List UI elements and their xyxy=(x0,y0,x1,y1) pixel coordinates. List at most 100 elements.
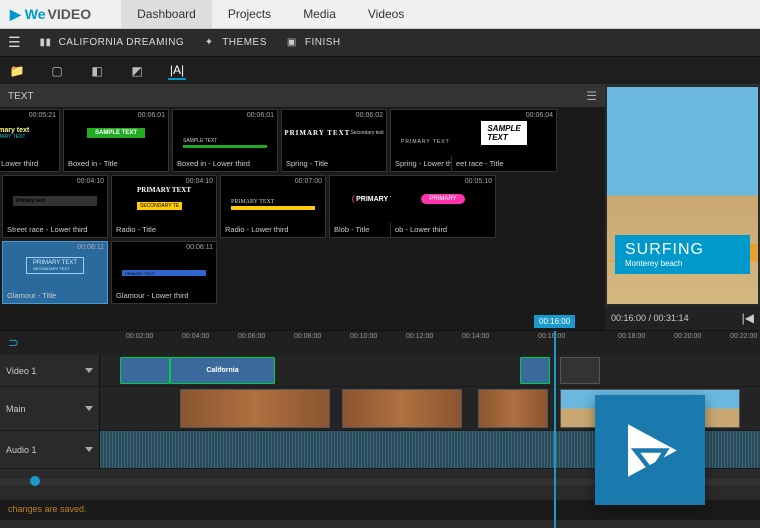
template-name: Glamour - Title xyxy=(3,288,107,303)
duration: 00:07:00 xyxy=(295,178,322,185)
timeline-tools: ⊃ xyxy=(0,335,100,351)
template-name: Radio - Title xyxy=(112,222,216,237)
folder-icon[interactable]: 📁 xyxy=(8,62,26,80)
chevron-down-icon[interactable] xyxy=(85,368,93,373)
duration: 00:06:11 xyxy=(77,244,104,251)
ruler-tick: 00:14:00 xyxy=(462,333,489,340)
text-template[interactable]: 00:06:02PRIMARY TEXTSecondary text Sprin… xyxy=(281,109,387,172)
text-template[interactable]: 00:06:01SAMPLE TEXT Boxed in - Lower thi… xyxy=(172,109,278,172)
status-text: changes are saved. xyxy=(8,504,87,514)
nav-tab-media[interactable]: Media xyxy=(287,0,352,28)
thumbnail-grid: 00:05:21Primary textPRIMARY TEXT uncy st… xyxy=(0,107,605,306)
shapes-icon[interactable]: ◧ xyxy=(88,62,106,80)
duration: 00:06:01 xyxy=(138,112,165,119)
clip-video[interactable] xyxy=(342,389,462,428)
duration: 00:06:02 xyxy=(356,112,383,119)
image-icon[interactable]: ▢ xyxy=(48,62,66,80)
track-video1: Video 1 California xyxy=(0,355,760,387)
prev-frame-icon[interactable]: |◀ xyxy=(742,311,754,325)
ruler-tick: 00:08:00 xyxy=(294,333,321,340)
preview-canvas[interactable]: SURFING Monterey beach xyxy=(607,87,758,304)
project-name[interactable]: ▮▮ CALIFORNIA DREAMING xyxy=(39,36,185,50)
timeline-ruler[interactable]: 00:02:00 00:04:00 00:06:00 00:08:00 00:1… xyxy=(100,331,760,355)
logo-video: VIDEO xyxy=(48,6,92,22)
nav-tab-videos[interactable]: Videos xyxy=(352,0,420,28)
preview-title: SURFING xyxy=(625,241,740,259)
text-template[interactable]: 00:04:10PRIMARY TEXTSECONDARY TE Radio -… xyxy=(111,175,217,238)
clip-video[interactable] xyxy=(180,389,330,428)
preview-time: 00:16:00 / 00:31:14 xyxy=(611,313,689,323)
themes-label: THEMES xyxy=(222,37,267,48)
logo-we: We xyxy=(25,6,46,22)
main-row: TEXT ☰ 00:05:21Primary textPRIMARY TEXT … xyxy=(0,85,760,330)
text-template[interactable]: 00:05:21Primary textPRIMARY TEXT uncy st… xyxy=(0,109,60,172)
text-template-selected[interactable]: 00:06:11PRIMARY TEXTSECONDARY TEXT Glamo… xyxy=(2,241,108,304)
template-name: uncy stack - Lower third xyxy=(0,156,59,171)
logo-icon: ▶ xyxy=(10,6,21,23)
template-name: eet race - Title xyxy=(452,156,556,171)
ruler-tick: 00:04:00 xyxy=(182,333,209,340)
text-icon[interactable]: |A| xyxy=(168,62,186,80)
chevron-down-icon[interactable] xyxy=(85,447,93,452)
duration: 00:04:10 xyxy=(77,178,104,185)
ruler-tick: 00:02:00 xyxy=(126,333,153,340)
project-name-label: CALIFORNIA DREAMING xyxy=(59,37,185,48)
clip-video[interactable] xyxy=(478,389,548,428)
finish-tab[interactable]: ▣ FINISH xyxy=(285,36,341,50)
timeline-header: ⊃ 00:02:00 00:04:00 00:06:00 00:08:00 00… xyxy=(0,331,760,355)
template-name: Glamour - Lower third xyxy=(112,288,216,303)
track-label[interactable]: Main xyxy=(0,387,100,430)
finish-label: FINISH xyxy=(305,37,341,48)
clip-text[interactable] xyxy=(120,357,170,384)
text-template[interactable]: 00:06:11PRIMARY TEXT Glamour - Lower thi… xyxy=(111,241,217,304)
clip-text[interactable] xyxy=(520,357,550,384)
template-name: Spring - Title xyxy=(282,156,386,171)
nav-tab-dashboard[interactable]: Dashboard xyxy=(121,0,212,28)
sub-nav: ☰ ▮▮ CALIFORNIA DREAMING ✦ THEMES ▣ FINI… xyxy=(0,29,760,57)
ruler-tick: 00:22:00 xyxy=(730,333,757,340)
preview-subtitle: Monterey beach xyxy=(625,259,740,268)
track-content[interactable]: California xyxy=(100,355,760,386)
section-title: TEXT xyxy=(8,91,34,102)
playhead-line[interactable] xyxy=(554,331,556,528)
ruler-tick: 00:18:00 xyxy=(618,333,645,340)
clip-text-california[interactable]: California xyxy=(170,357,275,384)
text-template[interactable]: 00:04:10Primary text Street race - Lower… xyxy=(2,175,108,238)
wand-icon: ✦ xyxy=(202,36,216,50)
text-template[interactable]: 00:07:00PRIMARY TEXT Radio - Lower third xyxy=(220,175,326,238)
track-label[interactable]: Video 1 xyxy=(0,355,100,386)
themes-tab[interactable]: ✦ THEMES xyxy=(202,36,267,50)
template-name: ob - Lower third xyxy=(391,222,495,237)
section-header: TEXT ☰ xyxy=(0,85,605,107)
preview-title-banner: SURFING Monterey beach xyxy=(615,235,750,274)
nav-tab-projects[interactable]: Projects xyxy=(212,0,287,28)
text-template[interactable]: 00:06:01SAMPLE TEXT Boxed in - Title xyxy=(63,109,169,172)
preview-controls: 00:16:00 / 00:31:14 |◀ xyxy=(605,306,760,330)
template-name: Boxed in - Title xyxy=(64,156,168,171)
magnet-icon[interactable]: ⊃ xyxy=(8,335,19,351)
menu-icon[interactable]: ☰ xyxy=(8,34,21,51)
film-icon: ▮▮ xyxy=(39,36,53,50)
playhead-time: 00:16:00 xyxy=(534,315,575,328)
duration: 00:04:10 xyxy=(186,178,213,185)
track-label[interactable]: Audio 1 xyxy=(0,431,100,468)
ruler-tick: 00:16:00 xyxy=(538,333,565,340)
view-list-icon[interactable]: ☰ xyxy=(586,89,597,103)
text-template[interactable]: 00:05:10PRIMARY ob - Lower third xyxy=(390,175,496,238)
chevron-down-icon[interactable] xyxy=(85,406,93,411)
text-template[interactable]: 00:06:04SAMPLETEXT eet race - Title xyxy=(451,109,557,172)
template-name: Boxed in - Lower third xyxy=(173,156,277,171)
ruler-tick: 00:12:00 xyxy=(406,333,433,340)
duration: 00:05:21 xyxy=(29,112,56,119)
ruler-tick: 00:10:00 xyxy=(350,333,377,340)
transitions-icon[interactable]: ◩ xyxy=(128,62,146,80)
clip-text[interactable] xyxy=(560,357,600,384)
finish-icon: ▣ xyxy=(285,36,299,50)
duration: 00:06:11 xyxy=(186,244,213,251)
media-panel: TEXT ☰ 00:05:21Primary textPRIMARY TEXT … xyxy=(0,85,605,330)
volume-handle[interactable] xyxy=(30,476,40,486)
logo[interactable]: ▶ WeVIDEO xyxy=(10,6,91,23)
duration: 00:06:04 xyxy=(526,112,553,119)
template-name: Radio - Lower third xyxy=(221,222,325,237)
media-toolbar: 📁 ▢ ◧ ◩ |A| xyxy=(0,57,760,85)
